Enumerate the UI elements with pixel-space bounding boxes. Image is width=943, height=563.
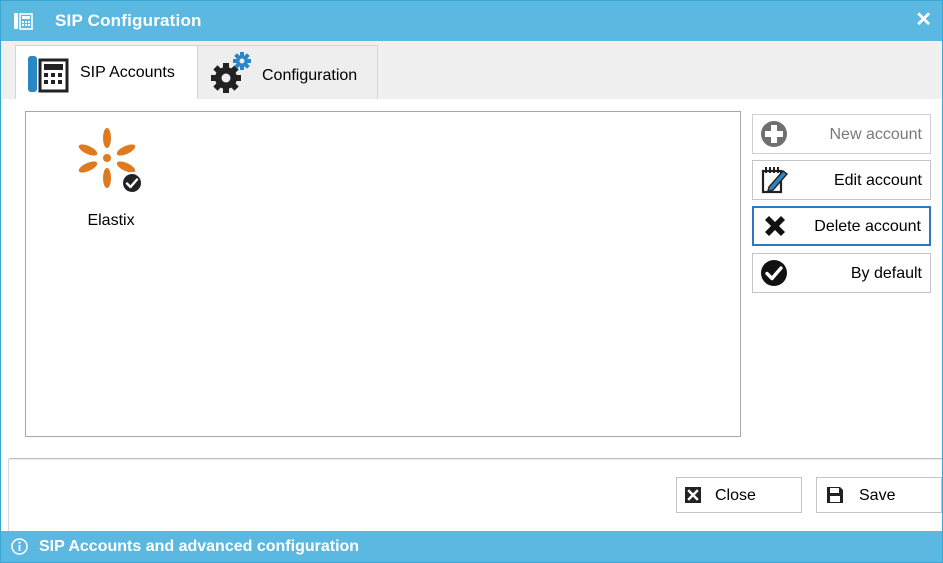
button-label: Close	[715, 487, 756, 504]
delete-account-button[interactable]: Delete account	[752, 206, 931, 246]
notepad-pencil-icon	[761, 167, 789, 194]
button-label: Delete account	[814, 218, 921, 235]
tab-configuration[interactable]: Configuration	[198, 45, 378, 99]
plus-circle-icon	[761, 121, 787, 147]
tab-bar: SIP Accounts Configuration	[1, 41, 942, 100]
info-icon	[11, 538, 28, 555]
title-bar: SIP Configuration ✕	[1, 1, 942, 41]
button-label: New account	[829, 126, 923, 143]
status-text: SIP Accounts and advanced configuration	[39, 538, 360, 555]
accounts-list[interactable]: Elastix	[25, 111, 741, 437]
tab-sip-accounts[interactable]: SIP Accounts	[15, 45, 198, 100]
button-label: By default	[850, 265, 922, 282]
tab-label: SIP Accounts	[80, 64, 175, 81]
by-default-button[interactable]: By default	[752, 253, 931, 293]
footer-divider-highlight	[9, 459, 942, 460]
window-title: SIP Configuration	[55, 11, 202, 30]
gears-icon	[211, 52, 251, 93]
phone-keypad-icon	[28, 56, 69, 93]
tab-label: Configuration	[262, 67, 358, 84]
delete-x-icon	[765, 216, 785, 236]
close-button[interactable]: Close	[676, 477, 802, 513]
default-check-badge-icon	[121, 172, 143, 194]
button-label: Edit account	[833, 172, 922, 189]
close-box-icon	[685, 487, 701, 503]
account-label: Elastix	[87, 212, 135, 229]
sip-configuration-window: SIP Configuration ✕ SIP Accounts Configu…	[0, 0, 943, 563]
phone-keypad-icon	[14, 13, 33, 30]
button-label: Save	[859, 487, 896, 504]
edit-account-button[interactable]: Edit account	[752, 160, 931, 200]
status-bar: SIP Accounts and advanced configuration	[1, 531, 942, 562]
floppy-disk-icon	[827, 487, 843, 503]
check-circle-icon	[761, 260, 787, 286]
close-icon[interactable]: ✕	[915, 9, 932, 31]
save-button[interactable]: Save	[816, 477, 942, 513]
new-account-button[interactable]: New account	[752, 114, 931, 154]
account-item-elastix[interactable]: Elastix	[71, 124, 151, 234]
